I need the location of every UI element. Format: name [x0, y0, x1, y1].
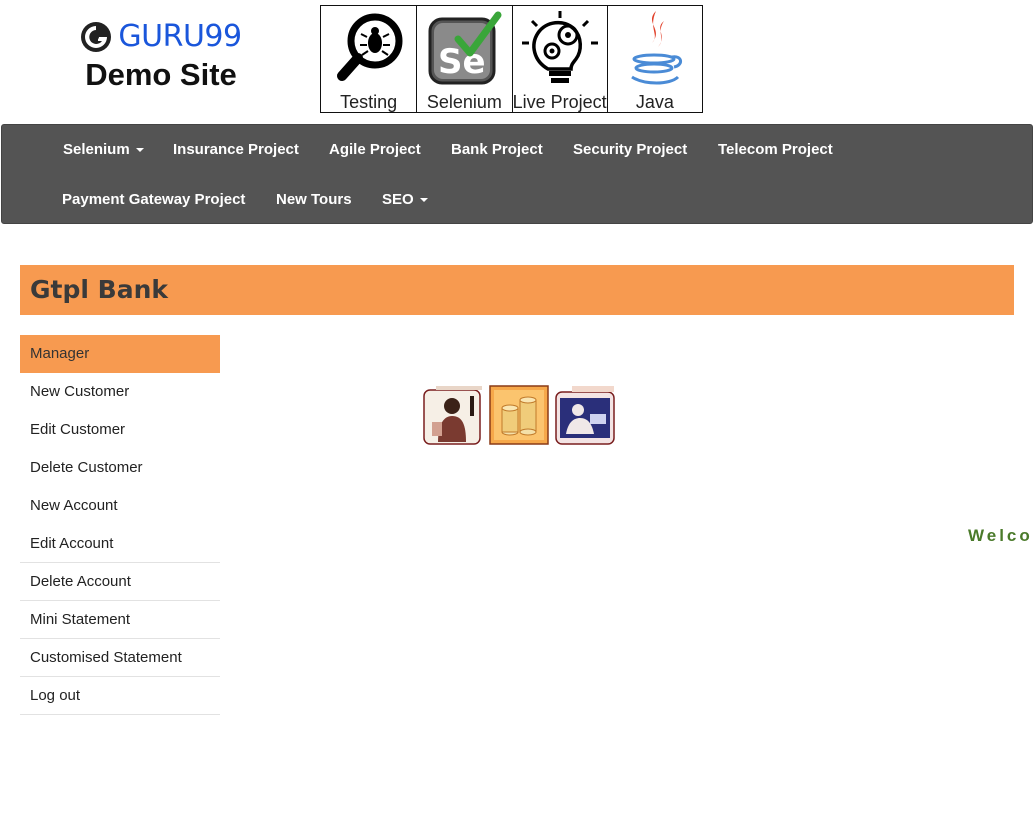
sidebar-item-edit-account[interactable]: Edit Account: [20, 525, 220, 563]
nav-payment-gateway-project[interactable]: Payment Gateway Project: [62, 191, 245, 208]
sidebar-menu: Manager New Customer Edit Customer Delet…: [20, 335, 220, 715]
lightbulb-gears-icon: [513, 6, 607, 92]
nav-label: SEO: [382, 191, 414, 208]
caret-down-icon: [419, 198, 428, 203]
topic-label: Testing: [340, 92, 398, 112]
sidebar-item-customised-statement[interactable]: Customised Statement: [20, 639, 220, 677]
topic-label: Selenium: [426, 92, 502, 112]
topic-testing[interactable]: Testing: [321, 6, 416, 112]
businessman-photo-icon: [423, 386, 482, 445]
topic-label: Java: [635, 92, 674, 112]
sidebar-item-log-out[interactable]: Log out: [20, 677, 220, 715]
nav-security-project[interactable]: Security Project: [573, 141, 687, 158]
banner-images: [422, 384, 616, 448]
nav-selenium-dropdown[interactable]: Selenium: [63, 141, 144, 158]
topic-label: Live Project: [512, 92, 607, 112]
nav-agile-project[interactable]: Agile Project: [329, 141, 421, 158]
nav-seo-dropdown[interactable]: SEO: [382, 191, 428, 208]
sidebar-item-new-customer[interactable]: New Customer: [20, 373, 220, 411]
sidebar-item-delete-account[interactable]: Delete Account: [20, 563, 220, 601]
nav-new-tours[interactable]: New Tours: [276, 191, 352, 208]
coins-photo-icon: [489, 385, 549, 445]
guru99-logo-icon: [81, 22, 112, 52]
sidebar-item-new-account[interactable]: New Account: [20, 487, 220, 525]
java-logo-icon: [608, 6, 702, 92]
page-title: Gtpl Bank: [30, 275, 168, 304]
woman-at-desk-photo-icon: [555, 386, 615, 445]
sidebar-item-edit-customer[interactable]: Edit Customer: [20, 411, 220, 449]
topic-selenium[interactable]: Se Selenium: [416, 6, 511, 112]
sidebar-item-mini-statement[interactable]: Mini Statement: [20, 601, 220, 639]
topic-links: Testing Se Selenium Live Project Java: [320, 5, 703, 113]
topic-java[interactable]: Java: [606, 6, 702, 112]
sidebar-item-delete-customer[interactable]: Delete Customer: [20, 449, 220, 487]
caret-down-icon: [135, 148, 144, 153]
magnifier-bug-icon: [321, 6, 416, 92]
selenium-logo-icon: Se: [417, 6, 511, 92]
welcome-marquee: Welco: [968, 526, 1033, 545]
nav-insurance-project[interactable]: Insurance Project: [173, 141, 299, 158]
sidebar-item-manager[interactable]: Manager: [20, 335, 220, 373]
brand-subtitle: Demo Site: [85, 57, 237, 92]
bank-banner: Gtpl Bank: [20, 265, 1014, 315]
brand-logo-area[interactable]: GURU99 Demo Site: [76, 18, 246, 92]
nav-label: Selenium: [63, 141, 130, 158]
brand-name: GURU99: [118, 19, 242, 54]
main-navbar: Selenium Insurance Project Agile Project…: [1, 124, 1033, 224]
nav-telecom-project[interactable]: Telecom Project: [718, 141, 833, 158]
nav-bank-project[interactable]: Bank Project: [451, 141, 543, 158]
topic-live-project[interactable]: Live Project: [511, 6, 607, 112]
